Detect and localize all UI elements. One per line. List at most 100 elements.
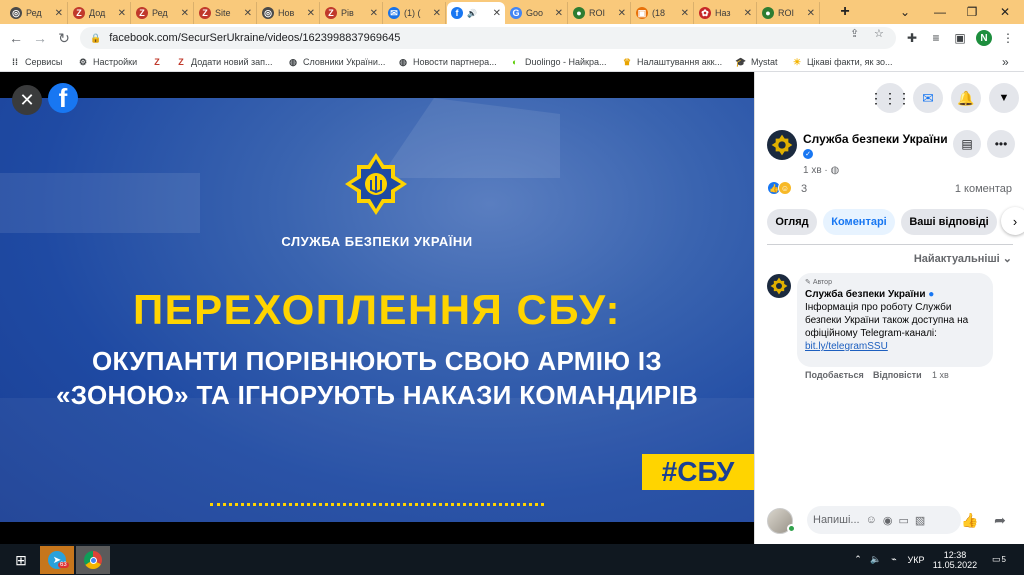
tab-your-replies[interactable]: Ваші відповіді [901, 209, 997, 235]
tab-close-icon[interactable]: ✕ [430, 8, 441, 19]
tab-close-icon[interactable]: ✕ [804, 8, 815, 19]
chevron-right-icon[interactable]: › [1001, 207, 1024, 235]
comment-time[interactable]: 1 хв [932, 370, 949, 380]
browser-tab[interactable]: Z Рів ✕ [321, 2, 383, 24]
reaction-count[interactable]: 3 [801, 183, 807, 195]
bookmark-item[interactable]: ⚙ Настройки [78, 55, 137, 69]
tab-comments[interactable]: Коментарі [823, 209, 895, 235]
browser-tab[interactable]: Z Дод ✕ [69, 2, 131, 24]
tab-close-icon[interactable]: ✕ [490, 8, 501, 19]
tab-close-icon[interactable]: ✕ [304, 8, 315, 19]
restore-button[interactable]: ❐ [957, 0, 987, 24]
like-comment-button[interactable]: Подобається [805, 370, 864, 380]
forward-button[interactable]: → [30, 28, 50, 48]
bookmark-item[interactable]: 🎓 Mystat [735, 55, 777, 69]
network-icon[interactable]: ⌁ [886, 544, 902, 575]
menu-grid-icon[interactable]: ⋮⋮⋮ [869, 83, 911, 113]
browser-tab[interactable]: f 🔊 ✕ [447, 2, 505, 24]
speaker-icon[interactable]: 🔈 [868, 544, 884, 575]
tab-close-icon[interactable]: ✕ [115, 8, 126, 19]
notification-count: 5 [1001, 555, 1006, 564]
browser-tab[interactable]: ◎ Нов ✕ [258, 2, 320, 24]
video-player[interactable]: СЛУЖБА БЕЗПЕКИ УКРАЇНИ ПЕРЕХОПЛЕННЯ СБУ:… [0, 72, 754, 544]
bookmark-item[interactable]: ◍ Новости партнера... [398, 55, 497, 69]
facebook-logo-icon[interactable]: f [48, 83, 78, 113]
reaction-icons[interactable]: 👍 ☺ [767, 181, 792, 195]
comment-avatar[interactable] [767, 274, 791, 298]
bookmark-item[interactable]: ♛ Налаштування акк... [622, 55, 722, 69]
save-post-icon[interactable]: ▤ [953, 130, 981, 158]
bookmark-item[interactable]: ☀ Цікаві факти, як зо... [792, 55, 893, 69]
emoji-icon[interactable]: ☺ [866, 514, 877, 526]
comment-count[interactable]: 1 коментар [955, 183, 1012, 195]
bookmark-item[interactable]: ◍ Словники України... [288, 55, 385, 69]
minimize-button[interactable]: — [925, 0, 955, 24]
comment-input[interactable]: Напиші... ☺ ◉ ▭ ▧ [807, 506, 961, 534]
close-video-button[interactable]: ✕ [12, 85, 42, 115]
profile-avatar[interactable]: N [976, 30, 992, 46]
browser-tab[interactable]: Z Ред ✕ [132, 2, 194, 24]
telegram-taskbar-icon[interactable]: ➤ 63 [40, 546, 74, 574]
bookmark-item[interactable]: Z [152, 55, 167, 69]
chrome-taskbar-icon[interactable] [76, 546, 110, 574]
reload-button[interactable]: ↻ [54, 28, 74, 48]
tab-close-icon[interactable]: ✕ [552, 8, 563, 19]
gif-icon[interactable]: ▭ [898, 514, 908, 527]
menu-kebab-icon[interactable]: ⋮ [998, 28, 1018, 48]
video-subline-1: ОКУПАНТИ ПОРІВНЮЮТЬ СВОЮ АРМІЮ ІЗ [91, 346, 663, 376]
tab-close-icon[interactable]: ✕ [52, 8, 63, 19]
reply-comment-button[interactable]: Відповісти [873, 370, 922, 380]
share-icon[interactable]: ⇪ [850, 27, 859, 40]
tab-close-icon[interactable]: ✕ [367, 8, 378, 19]
extensions-icon[interactable]: ✚ [902, 28, 922, 48]
tab-close-icon[interactable]: ✕ [678, 8, 689, 19]
comment-sort-dropdown[interactable]: Найактуальніші ⌄ [914, 252, 1012, 265]
new-tab-button[interactable]: + [830, 0, 860, 24]
bookmark-star-icon[interactable]: ☆ [874, 27, 884, 40]
side-panel-icon[interactable]: ▣ [950, 28, 970, 48]
share-button-icon[interactable]: ➦ [989, 509, 1011, 531]
video-subline-2: «ЗОНОЮ» ТА ІГНОРУЮТЬ НАКАЗИ КОМАНДИРІВ [55, 380, 699, 410]
bookmark-item[interactable]: ◐ Duolingo - Найкра... [510, 55, 606, 69]
page-name[interactable]: Служба безпеки України [803, 132, 948, 146]
browser-tab[interactable]: ● ROI ✕ [758, 2, 820, 24]
browser-tab[interactable]: ✿ Наз ✕ [695, 2, 757, 24]
bookmark-item[interactable]: ⁞⁞ Сервисы [10, 55, 62, 69]
back-button[interactable]: ← [6, 28, 26, 48]
browser-tab[interactable]: ● ROI ✕ [569, 2, 631, 24]
language-indicator[interactable]: УКР [904, 544, 928, 575]
notifications-icon[interactable]: ▭ 5 [984, 544, 1014, 575]
clock[interactable]: 12:38 11.05.2022 [932, 544, 978, 575]
media-control-icon[interactable]: ≡ [926, 28, 946, 48]
notifications-bell-icon[interactable]: 🔔 [951, 83, 981, 113]
browser-tab[interactable]: ◎ Ред ✕ [6, 2, 68, 24]
messenger-icon[interactable]: ✉ [913, 83, 943, 113]
more-options-icon[interactable]: ••• [987, 130, 1015, 158]
like-button-icon[interactable]: 👍 [959, 509, 981, 531]
tab-close-icon[interactable]: ✕ [741, 8, 752, 19]
browser-tab[interactable]: ▣ (18 ✕ [632, 2, 694, 24]
tab-title: Дод [89, 8, 106, 18]
browser-tab[interactable]: Z Site ✕ [195, 2, 257, 24]
tab-close-icon[interactable]: ✕ [241, 8, 252, 19]
browser-tab[interactable]: G Goo ✕ [506, 2, 568, 24]
bookmark-item[interactable]: Z Додати новий зап... [176, 55, 272, 69]
tab-title: (1) ( [404, 8, 421, 18]
tab-search-icon[interactable]: ⌄ [890, 0, 920, 24]
account-dropdown-icon[interactable]: ▼ [989, 83, 1019, 113]
tab-overview[interactable]: Огляд [767, 209, 817, 235]
page-avatar[interactable] [767, 130, 797, 160]
tray-up-icon[interactable]: ⌃ [850, 544, 866, 575]
bookmarks-more-button[interactable]: » [1002, 55, 1009, 69]
comment-link[interactable]: bit.ly/telegramSSU [805, 340, 985, 353]
address-bar[interactable]: 🔒 facebook.com/SecurSerUkraine/videos/16… [80, 27, 896, 49]
tab-close-icon[interactable]: ✕ [615, 8, 626, 19]
browser-tab[interactable]: ✉ (1) (✕ [384, 2, 446, 24]
close-window-button[interactable]: ✕ [990, 0, 1020, 24]
camera-icon[interactable]: ◉ [883, 514, 893, 527]
comment-author[interactable]: Служба безпеки України ● [805, 289, 985, 300]
game-icon: ● [762, 7, 774, 19]
tab-close-icon[interactable]: ✕ [178, 8, 189, 19]
sticker-icon[interactable]: ▧ [915, 514, 925, 527]
windows-start-icon[interactable]: ⊞ [4, 546, 38, 574]
